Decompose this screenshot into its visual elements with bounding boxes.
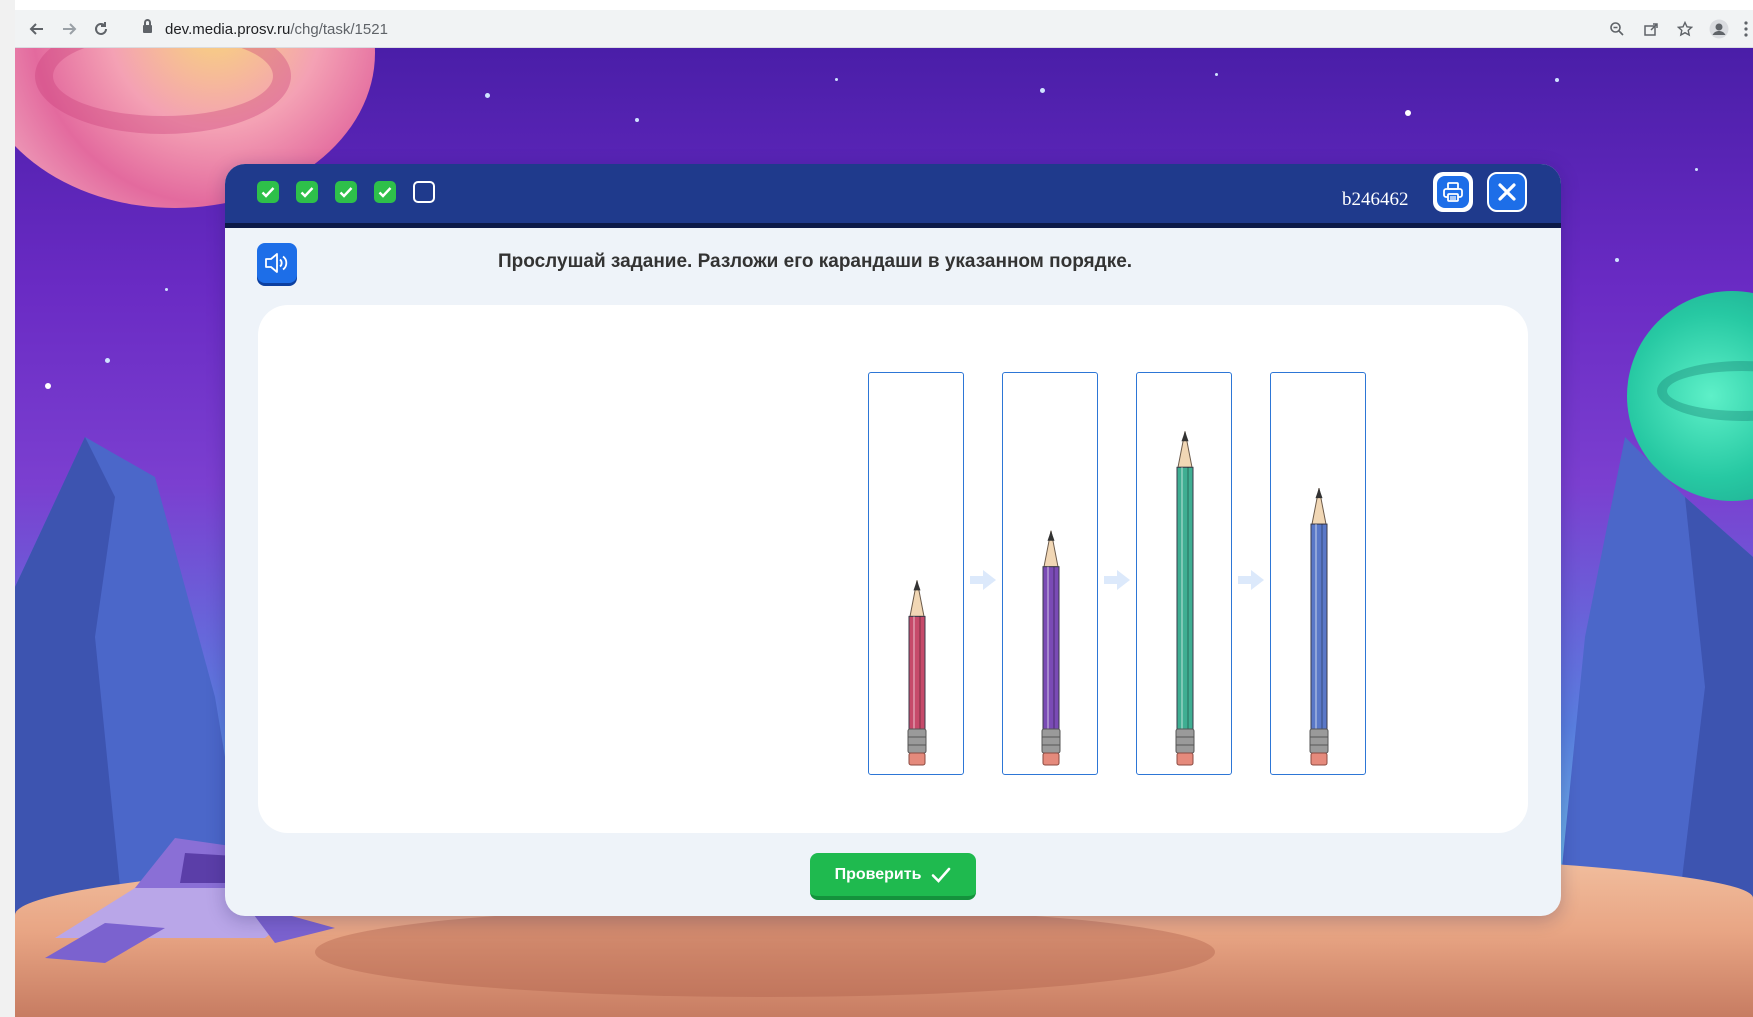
address-bar[interactable]: dev.media.prosv.ru/chg/task/1521 — [131, 14, 1601, 44]
pencil-card[interactable] — [1136, 372, 1232, 775]
reload-icon[interactable] — [87, 15, 115, 43]
star — [45, 383, 51, 389]
listen-audio-button[interactable] — [257, 243, 297, 283]
star — [1040, 88, 1045, 93]
right-mountain — [1555, 437, 1753, 937]
close-button[interactable] — [1487, 172, 1527, 212]
order-arrow-icon — [970, 570, 996, 590]
forward-icon[interactable] — [55, 15, 83, 43]
back-icon[interactable] — [23, 15, 51, 43]
task-modal: b246462 Прослушай задание. Разложи его к… — [225, 164, 1561, 916]
pencil-icon — [1175, 431, 1195, 766]
url-text: dev.media.prosv.ru/chg/task/1521 — [165, 20, 388, 38]
check-answer-button[interactable]: Проверить — [810, 853, 976, 900]
order-arrow-icon — [1238, 570, 1264, 590]
task-code: b246462 — [1342, 189, 1409, 210]
pencil-icon — [907, 580, 927, 766]
modal-header: b246462 — [225, 164, 1561, 228]
star — [1405, 110, 1411, 116]
lock-icon — [143, 19, 152, 34]
printer-icon — [1437, 176, 1469, 208]
star — [1615, 258, 1619, 262]
star — [485, 93, 490, 98]
print-button[interactable] — [1433, 172, 1473, 212]
sorting-area — [258, 305, 1528, 833]
star — [1695, 168, 1698, 171]
progress-step-done-icon — [335, 181, 357, 203]
progress-step-done-icon — [296, 181, 318, 203]
star — [835, 78, 838, 81]
pencil-icon — [1041, 530, 1061, 766]
browser-toolbar: dev.media.prosv.ru/chg/task/1521 — [15, 10, 1753, 48]
order-arrow-icon — [1104, 570, 1130, 590]
pencil-card[interactable] — [1002, 372, 1098, 775]
star — [635, 118, 639, 122]
star — [1555, 78, 1559, 82]
star — [1215, 73, 1218, 76]
pencil-card[interactable] — [868, 372, 964, 775]
profile-avatar-icon[interactable] — [1705, 15, 1733, 43]
more-menu-icon[interactable] — [1739, 15, 1753, 43]
check-button-label: Проверить — [834, 865, 922, 883]
checkmark-icon — [932, 867, 951, 883]
progress-step-done-icon — [374, 181, 396, 203]
speaker-icon — [265, 253, 288, 273]
progress-indicator — [257, 181, 435, 203]
bookmark-star-icon[interactable] — [1671, 15, 1699, 43]
pencil-card[interactable] — [1270, 372, 1366, 775]
progress-step-current — [413, 181, 435, 203]
star — [165, 288, 168, 291]
window-edge — [0, 0, 15, 1017]
progress-step-done-icon — [257, 181, 279, 203]
close-icon — [1498, 183, 1516, 201]
zoom-icon[interactable] — [1603, 15, 1631, 43]
browser-actions — [1603, 15, 1753, 43]
star — [105, 358, 110, 363]
share-icon[interactable] — [1637, 15, 1665, 43]
task-instruction: Прослушай задание. Разложи его карандаши… — [498, 251, 1133, 272]
pencil-icon — [1309, 488, 1329, 766]
